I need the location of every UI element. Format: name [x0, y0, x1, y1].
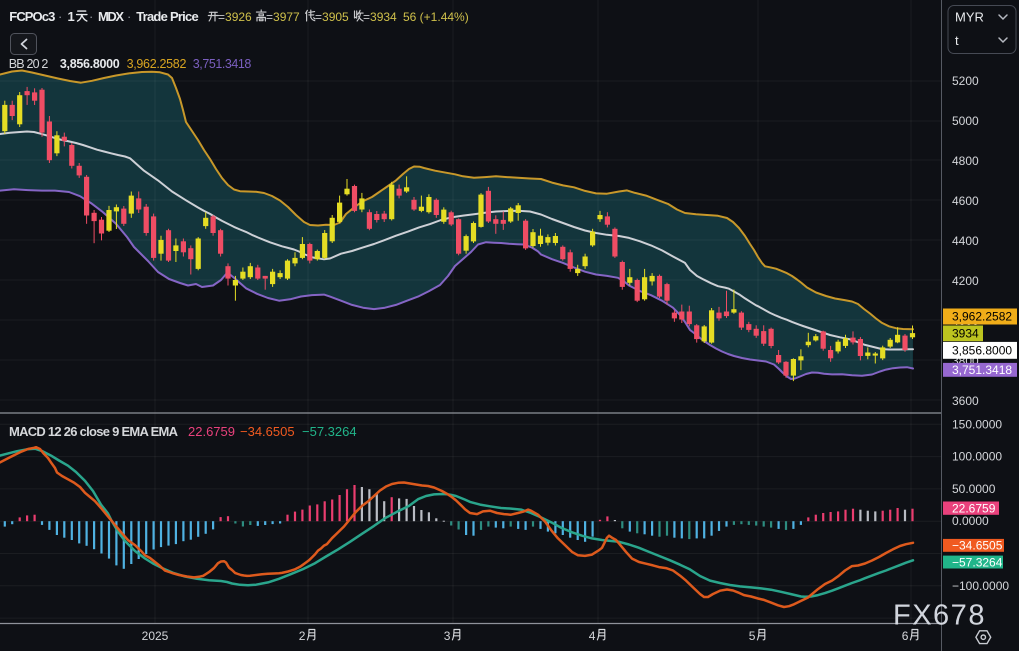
svg-text:3,962.2582: 3,962.2582	[127, 57, 187, 71]
svg-text:−57.3264: −57.3264	[302, 424, 357, 439]
svg-text:FX678: FX678	[893, 600, 986, 632]
svg-text:4400: 4400	[952, 234, 979, 248]
svg-text:1: 1	[68, 9, 75, 24]
svg-text:22.6759: 22.6759	[952, 501, 996, 515]
svg-text:·: ·	[89, 9, 93, 24]
svg-text:0.0000: 0.0000	[952, 514, 989, 528]
svg-text:=3934: =3934	[363, 10, 397, 24]
svg-text:4600: 4600	[952, 194, 979, 208]
svg-text:22.6759: 22.6759	[188, 424, 235, 439]
svg-text:150.0000: 150.0000	[952, 417, 1002, 431]
svg-text:−100.0000: −100.0000	[952, 579, 1009, 593]
svg-text:=3926: =3926	[218, 10, 252, 24]
svg-text:−57.3264: −57.3264	[952, 555, 1003, 569]
svg-text:3,962.2582: 3,962.2582	[952, 310, 1012, 324]
svg-text:5000: 5000	[952, 114, 979, 128]
svg-text:100.0000: 100.0000	[952, 450, 1002, 464]
svg-text:t: t	[955, 33, 959, 48]
svg-text:3,856.8000: 3,856.8000	[60, 57, 120, 71]
svg-text:3: 3	[444, 629, 451, 643]
svg-text:·: ·	[58, 9, 62, 24]
svg-text:2025: 2025	[142, 629, 169, 643]
svg-text:2: 2	[299, 629, 306, 643]
svg-text:BB 20 2: BB 20 2	[9, 57, 49, 71]
svg-text:56 (+1.44%): 56 (+1.44%)	[403, 10, 469, 24]
svg-text:5200: 5200	[952, 74, 979, 88]
svg-text:=3977: =3977	[266, 10, 300, 24]
svg-text:Trade Price: Trade Price	[136, 9, 199, 24]
svg-text:5: 5	[749, 629, 756, 643]
svg-text:−34.6505: −34.6505	[952, 539, 1003, 553]
svg-text:4200: 4200	[952, 274, 979, 288]
svg-text:3,751.3418: 3,751.3418	[193, 57, 252, 71]
svg-text:=3905: =3905	[315, 10, 349, 24]
svg-text:3600: 3600	[952, 394, 979, 408]
svg-text:4800: 4800	[952, 154, 979, 168]
svg-text:MYR: MYR	[955, 10, 984, 25]
svg-text:3,856.8000: 3,856.8000	[952, 344, 1012, 358]
svg-text:4: 4	[589, 629, 596, 643]
svg-text:·: ·	[127, 9, 131, 24]
svg-text:−34.6505: −34.6505	[240, 424, 295, 439]
svg-text:50.0000: 50.0000	[952, 482, 996, 496]
svg-text:MACD 12 26 close 9 EMA EMA: MACD 12 26 close 9 EMA EMA	[9, 424, 179, 439]
svg-text:3,751.3418: 3,751.3418	[952, 363, 1012, 377]
svg-text:3934: 3934	[952, 327, 979, 341]
svg-text:MDX: MDX	[98, 9, 124, 24]
svg-text:FCPOc3: FCPOc3	[9, 9, 55, 24]
